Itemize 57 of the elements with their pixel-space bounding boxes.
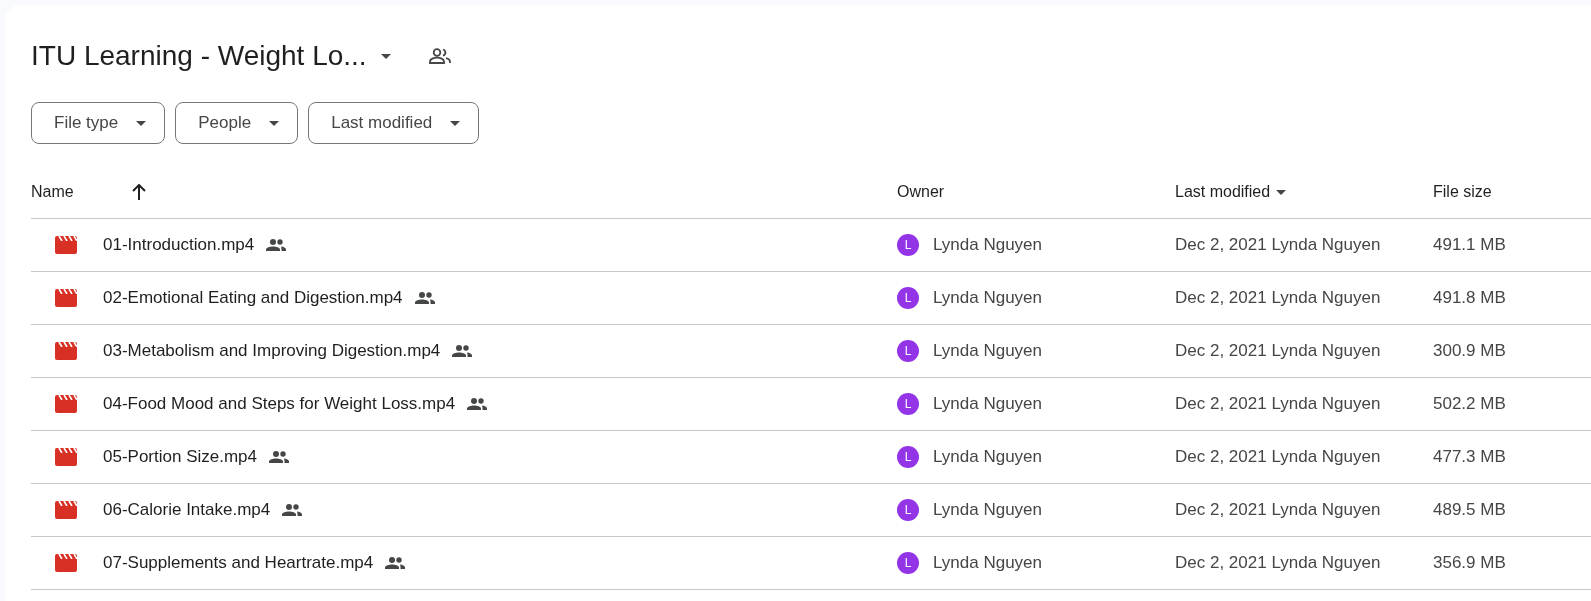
file-name[interactable]: 04-Food Mood and Steps for Weight Loss.mp4 [103, 394, 456, 414]
owner-avatar: L [897, 552, 919, 574]
caret-icon [269, 120, 280, 126]
owner-name: Lynda Nguyen [933, 394, 1042, 414]
owner-avatar: L [897, 499, 919, 521]
video-file-icon [55, 236, 77, 254]
modified-date: Dec 2, 2021 Lynda Nguyen [1175, 447, 1382, 467]
caret-icon [380, 53, 391, 59]
owner-avatar: L [897, 340, 919, 362]
video-file-icon [55, 289, 77, 307]
filter-chip[interactable]: People [175, 102, 299, 144]
modified-date: Dec 2, 2021 Lynda Nguyen [1175, 500, 1382, 520]
file-name[interactable]: 06-Calorie Intake.mp4 [103, 500, 271, 520]
file-size: 491.1 MB [1433, 235, 1507, 255]
sort-up-arrow-icon[interactable] [131, 184, 146, 200]
sort-caret-icon [1276, 189, 1287, 195]
owner-name: Lynda Nguyen [933, 553, 1042, 573]
filter-chip[interactable]: Last modified [308, 102, 480, 144]
modified-date: Dec 2, 2021 Lynda Nguyen [1175, 235, 1382, 255]
folder-title-button[interactable]: ITU Learning - Weight Lo... [31, 34, 399, 78]
column-header[interactable]: Last modified [1175, 183, 1287, 201]
owner-name: Lynda Nguyen [933, 500, 1042, 520]
column-header[interactable]: File size [1433, 183, 1492, 201]
modified-date: Dec 2, 2021 Lynda Nguyen [1175, 288, 1382, 308]
column-header[interactable]: Owner [897, 183, 945, 201]
filter-chip[interactable]: File type [31, 102, 166, 144]
file-name[interactable]: 01-Introduction.mp4 [103, 235, 255, 255]
file-size: 300.9 MB [1433, 341, 1507, 361]
file-size: 356.9 MB [1433, 553, 1507, 573]
modified-date: Dec 2, 2021 Lynda Nguyen [1175, 553, 1382, 573]
video-file-icon [55, 342, 77, 360]
file-size: 489.5 MB [1433, 500, 1507, 520]
file-name[interactable]: 07-Supplements and Heartrate.mp4 [103, 553, 374, 573]
video-file-icon [55, 448, 77, 466]
shared-people-icon[interactable] [428, 48, 451, 64]
modified-date: Dec 2, 2021 Lynda Nguyen [1175, 394, 1382, 414]
file-size: 491.8 MB [1433, 288, 1507, 308]
caret-icon [136, 120, 147, 126]
video-file-icon [55, 501, 77, 519]
modified-date: Dec 2, 2021 Lynda Nguyen [1175, 341, 1382, 361]
owner-name: Lynda Nguyen [933, 447, 1042, 467]
file-name[interactable]: 05-Portion Size.mp4 [103, 447, 258, 467]
file-name[interactable]: 02-Emotional Eating and Digestion.mp4 [103, 288, 403, 308]
owner-avatar: L [897, 287, 919, 309]
owner-avatar: L [897, 446, 919, 468]
owner-avatar: L [897, 234, 919, 256]
file-size: 477.3 MB [1433, 447, 1507, 467]
video-file-icon [55, 395, 77, 413]
owner-name: Lynda Nguyen [933, 341, 1042, 361]
caret-icon [450, 120, 461, 126]
file-size: 502.2 MB [1433, 394, 1507, 414]
file-name[interactable]: 03-Metabolism and Improving Digestion.mp4 [103, 341, 441, 361]
owner-name: Lynda Nguyen [933, 288, 1042, 308]
column-header[interactable]: Name [31, 183, 146, 201]
owner-name: Lynda Nguyen [933, 235, 1042, 255]
owner-avatar: L [897, 393, 919, 415]
video-file-icon [55, 554, 77, 572]
